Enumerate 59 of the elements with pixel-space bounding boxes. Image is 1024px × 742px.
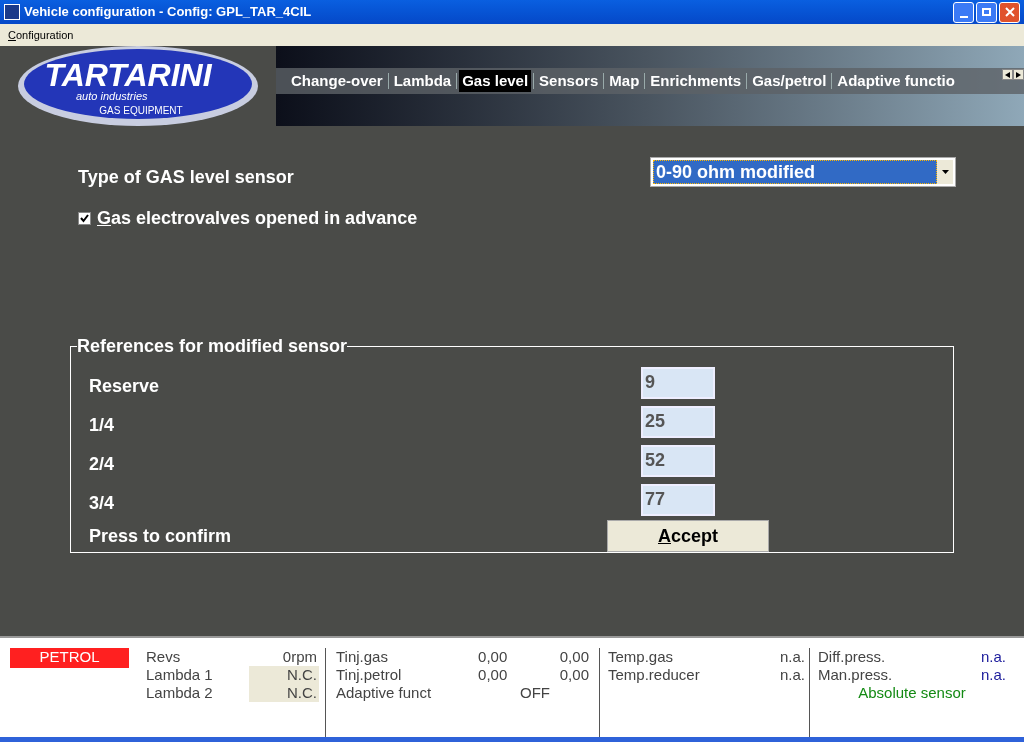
tab[interactable]: Adaptive functio (834, 69, 958, 93)
accept-button[interactable]: Accept (607, 520, 769, 552)
tab[interactable]: Gas/petrol (749, 69, 830, 93)
status-label: Diff.press. (818, 648, 886, 666)
close-icon (1004, 7, 1015, 17)
tab[interactable]: Gas level (459, 69, 532, 93)
status-value: 0,00 (477, 666, 508, 684)
status-value: 0,00 (558, 648, 589, 666)
confirm-label: Press to confirm (89, 524, 232, 548)
dropdown-caret-icon (937, 159, 953, 184)
sensor-type-dropdown[interactable]: 0-90 ohm modified (650, 156, 956, 187)
reference-label: 3/4 (89, 492, 115, 515)
minimize-button[interactable] (953, 1, 974, 23)
menu-item[interactable]: Configuration (4, 26, 78, 44)
reference-input[interactable]: 25 (641, 405, 715, 438)
status-label: Revs (146, 648, 181, 666)
reference-input[interactable]: 77 (641, 483, 715, 516)
sensor-note: Absolute sensor (857, 684, 967, 702)
restore-button[interactable] (976, 1, 997, 23)
status-label: Man.press. (818, 666, 893, 684)
reference-input[interactable]: 52 (641, 444, 715, 477)
status-label: Adaptive funct (336, 684, 433, 702)
right-arrow-icon (1016, 71, 1021, 78)
reference-input[interactable]: 9 (641, 366, 715, 399)
tab[interactable]: Change-over (288, 69, 386, 93)
tab[interactable]: Map (606, 69, 643, 93)
status-value: n.a. (980, 648, 1006, 666)
reference-label: 2/4 (89, 453, 115, 476)
status-label: Temp.gas (608, 648, 674, 666)
window-title: Vehicle configuration - Config: GPL_TAR_4CIL (24, 3, 312, 22)
status-value: 0,00 (477, 648, 508, 666)
close-button[interactable] (999, 1, 1020, 23)
tab[interactable]: Enrichments (647, 69, 745, 93)
status-label: Tinj.gas (336, 648, 389, 666)
status-value: n.a. (980, 666, 1006, 684)
status-label: Lambda 1 (146, 666, 213, 684)
tab[interactable]: Lambda (390, 69, 455, 93)
checkbox[interactable] (78, 212, 91, 225)
status-label: Temp.reducer (608, 666, 700, 684)
scroll-left-button[interactable] (1002, 69, 1013, 80)
status-value: 0,00 (558, 666, 589, 684)
app-icon (4, 4, 20, 20)
checkbox-label: Gas electrovalves opened in advance (97, 207, 418, 230)
tab[interactable]: Sensors (536, 69, 602, 93)
left-arrow-icon (1005, 71, 1010, 78)
status-value: N.C. (249, 684, 319, 702)
reference-label: Reserve (89, 375, 160, 398)
sensor-type-label: Type of GAS level sensor (78, 166, 294, 189)
status-value: 0rpm (281, 648, 318, 666)
fuel-badge: PETROL (10, 648, 129, 668)
status-value: N.C. (249, 666, 319, 684)
tartarini-logo: TARTARINI auto industries GAS EQUIPMENT (16, 44, 260, 128)
status-value: OFF (519, 684, 550, 702)
scroll-right-button[interactable] (1013, 69, 1024, 80)
status-value: n.a. (779, 648, 805, 666)
reference-label: 1/4 (89, 414, 115, 437)
status-value: n.a. (779, 666, 805, 684)
status-label: Tinj.petrol (336, 666, 403, 684)
status-label: Lambda 2 (146, 684, 213, 702)
